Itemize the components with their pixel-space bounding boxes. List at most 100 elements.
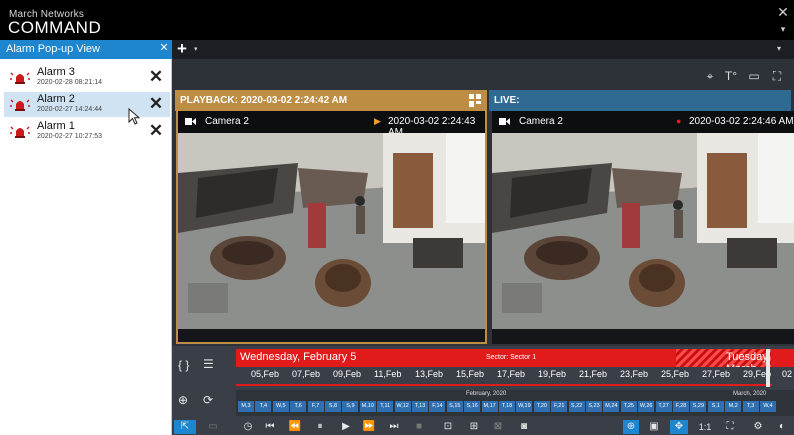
pause-icon[interactable]: ⏸ <box>312 420 328 434</box>
alarm-siren-icon <box>10 99 30 111</box>
digital-ptz-icon[interactable]: ✥ <box>670 420 688 434</box>
camera-timestamp: 2020-03-02 2:24:46 AM <box>689 116 794 127</box>
brand-logo: COMMAND <box>8 18 102 37</box>
timeline-tick-label: 05,Feb <box>251 369 280 379</box>
bracket-select-icon[interactable]: { } <box>178 358 189 372</box>
fast-forward-icon[interactable]: ⏩ <box>360 420 378 434</box>
calendar-day-cell[interactable]: W,5 <box>272 401 289 412</box>
mouse-pointer-icon <box>128 108 141 125</box>
calendar-day-cell[interactable]: F,28 <box>673 401 689 412</box>
sync-icon[interactable]: ⟳ <box>203 393 213 407</box>
command-app-window: March Networks COMMAND ✕ ▾ Alarm Pop-up … <box>0 0 794 435</box>
calendar-day-cell[interactable]: S,15 <box>446 401 463 412</box>
alarm-name: Alarm 3 <box>37 66 75 78</box>
calendar-day-cell[interactable]: S,22 <box>568 401 585 412</box>
calendar-day-cell[interactable]: M,3 <box>238 401 254 412</box>
calendar-day-cell[interactable]: T,3 <box>742 401 759 412</box>
calendar-day-cell[interactable]: F,14 <box>429 401 446 412</box>
calendar-day-cell[interactable]: M,17 <box>481 401 498 412</box>
calendar-day-cell[interactable]: M,2 <box>725 401 742 412</box>
timeline-day-bar[interactable]: Wednesday, February 5 Sector: Sector 1 T… <box>236 349 794 375</box>
timeline-sector-label: Sector: Sector 1 <box>486 354 537 361</box>
camera-icon <box>185 118 196 125</box>
grid-layout-icon[interactable] <box>469 94 481 107</box>
alarm-list-item[interactable]: Alarm 2 2020-02-27 14:24:44 ✕ <box>4 92 170 117</box>
timeline-mode-icon[interactable]: ⇱ <box>174 420 196 434</box>
calendar-day-cell[interactable]: W,19 <box>516 401 533 412</box>
calendar-day-cell[interactable]: T,6 <box>290 401 307 412</box>
calendar-day-cell[interactable]: T,18 <box>499 401 515 412</box>
tabbar-menu-chevron-icon[interactable]: ▾ <box>777 44 781 53</box>
play-forward-icon[interactable]: ▶ <box>338 420 354 434</box>
window-close-icon[interactable]: ✕ <box>774 4 792 20</box>
window-menu-chevron-icon[interactable]: ▾ <box>774 24 792 38</box>
alarm-time: 2020-02-27 10:27:53 <box>37 133 102 140</box>
timeline-start-date: Wednesday, February 5 <box>240 351 357 363</box>
export-clip-icon[interactable]: ⊡ <box>440 420 456 434</box>
live-video-image <box>492 133 794 329</box>
timeline-tick-label: 02 <box>782 369 793 379</box>
calendar-day-cell[interactable]: W,4 <box>760 401 776 412</box>
calendar-day-cell[interactable]: T,13 <box>412 401 428 412</box>
skip-to-end-icon[interactable]: ⏭ <box>386 420 402 434</box>
timeline-list-icon[interactable]: ☰ <box>203 357 214 371</box>
timeline-panel: { } ☰ ⊕ ⟳ Wednesday, February 5 Sector: … <box>172 346 794 419</box>
calendar-day-cell[interactable]: M,24 <box>603 401 620 412</box>
text-overlay-icon[interactable]: T° <box>723 68 739 84</box>
calendar-day-cell[interactable]: W,12 <box>394 401 411 412</box>
add-tab-button[interactable]: + <box>177 39 187 59</box>
alarm-panel-close-icon[interactable]: ✕ <box>158 41 170 55</box>
timeline-tick-label: 13,Feb <box>415 369 444 379</box>
calendar-day-cell[interactable]: T,25 <box>620 401 637 412</box>
zoom-time-icon[interactable]: ⊕ <box>178 393 188 407</box>
alarm-list-item[interactable]: Alarm 1 2020-02-27 10:27:53 ✕ <box>4 119 170 144</box>
calendar-month-label: February, 2020 <box>466 391 507 397</box>
alarm-time: 2020-02-28 08:21:14 <box>37 79 102 86</box>
ptz-tool-icon[interactable]: ⌖ <box>702 68 718 84</box>
fit-screen-icon[interactable]: ⛶ <box>722 420 738 434</box>
calendar-day-cell[interactable]: S,8 <box>325 401 341 412</box>
zoom-icon[interactable]: ⊕ <box>623 420 639 434</box>
calendar-day-cell[interactable]: T,27 <box>655 401 672 412</box>
calendar-day-cell[interactable]: F,21 <box>551 401 568 412</box>
clock-icon[interactable]: ◷ <box>240 420 256 434</box>
timeline-tick-label: 23,Feb <box>620 369 649 379</box>
layout-window-icon[interactable]: ▭ <box>746 68 762 84</box>
record-dot-icon: ● <box>676 116 682 126</box>
timeline-playhead[interactable] <box>766 349 770 387</box>
alarm-panel-title: Alarm Pop-up View <box>6 43 100 55</box>
bookmark-icon[interactable]: ⊞ <box>466 420 482 434</box>
dismiss-alarm-icon[interactable]: ✕ <box>147 122 165 140</box>
calendar-day-cell[interactable]: S,16 <box>464 401 481 412</box>
calendar-day-cell[interactable]: F,7 <box>307 401 324 412</box>
tab-dropdown-chevron-icon[interactable]: ▾ <box>194 45 198 53</box>
live-video-pane[interactable]: Camera 2 ● 2020-03-02 2:24:46 AM <box>492 111 794 344</box>
calendar-day-cell[interactable]: M,10 <box>359 401 376 412</box>
timeline-tick-label: 17,Feb <box>497 369 526 379</box>
aspect-ratio-button[interactable]: 1:1 <box>696 420 714 434</box>
camera-info-bar: Camera 2 ▶ 2020-03-02 2:24:43 AM <box>178 111 485 138</box>
calendar-day-cell[interactable]: W,26 <box>638 401 655 412</box>
calendar-day-cell[interactable]: S,29 <box>690 401 707 412</box>
alarm-name: Alarm 2 <box>37 93 75 105</box>
dismiss-alarm-icon[interactable]: ✕ <box>147 95 165 113</box>
playback-video-pane[interactable]: Camera 2 ▶ 2020-03-02 2:24:43 AM <box>176 111 487 344</box>
calendar-day-cell[interactable]: T,4 <box>255 401 272 412</box>
calendar-day-cell[interactable]: S,23 <box>586 401 602 412</box>
camera-name: Camera 2 <box>519 116 563 127</box>
live-pane-header: LIVE: <box>489 90 791 111</box>
timeline-tick-label: 11,Feb <box>374 369 402 379</box>
snapshot-icon[interactable]: ◙ <box>516 420 532 434</box>
calendar-day-cell[interactable]: S,9 <box>342 401 359 412</box>
fullscreen-icon[interactable]: ⛶ <box>769 68 785 84</box>
settings-gear-icon[interactable]: ⚙ <box>750 420 766 434</box>
calendar-day-cell[interactable]: T,20 <box>533 401 550 412</box>
skip-to-start-icon[interactable]: ⏮ <box>262 420 278 434</box>
more-options-icon[interactable]: ◐ <box>774 420 790 434</box>
calendar-day-cell[interactable]: S,1 <box>707 401 724 412</box>
single-view-icon[interactable]: ▣ <box>646 420 662 434</box>
rewind-icon[interactable]: ⏪ <box>286 420 304 434</box>
calendar-day-cell[interactable]: T,11 <box>377 401 394 412</box>
dismiss-alarm-icon[interactable]: ✕ <box>147 68 165 86</box>
alarm-list-item[interactable]: Alarm 3 2020-02-28 08:21:14 ✕ <box>4 65 170 90</box>
